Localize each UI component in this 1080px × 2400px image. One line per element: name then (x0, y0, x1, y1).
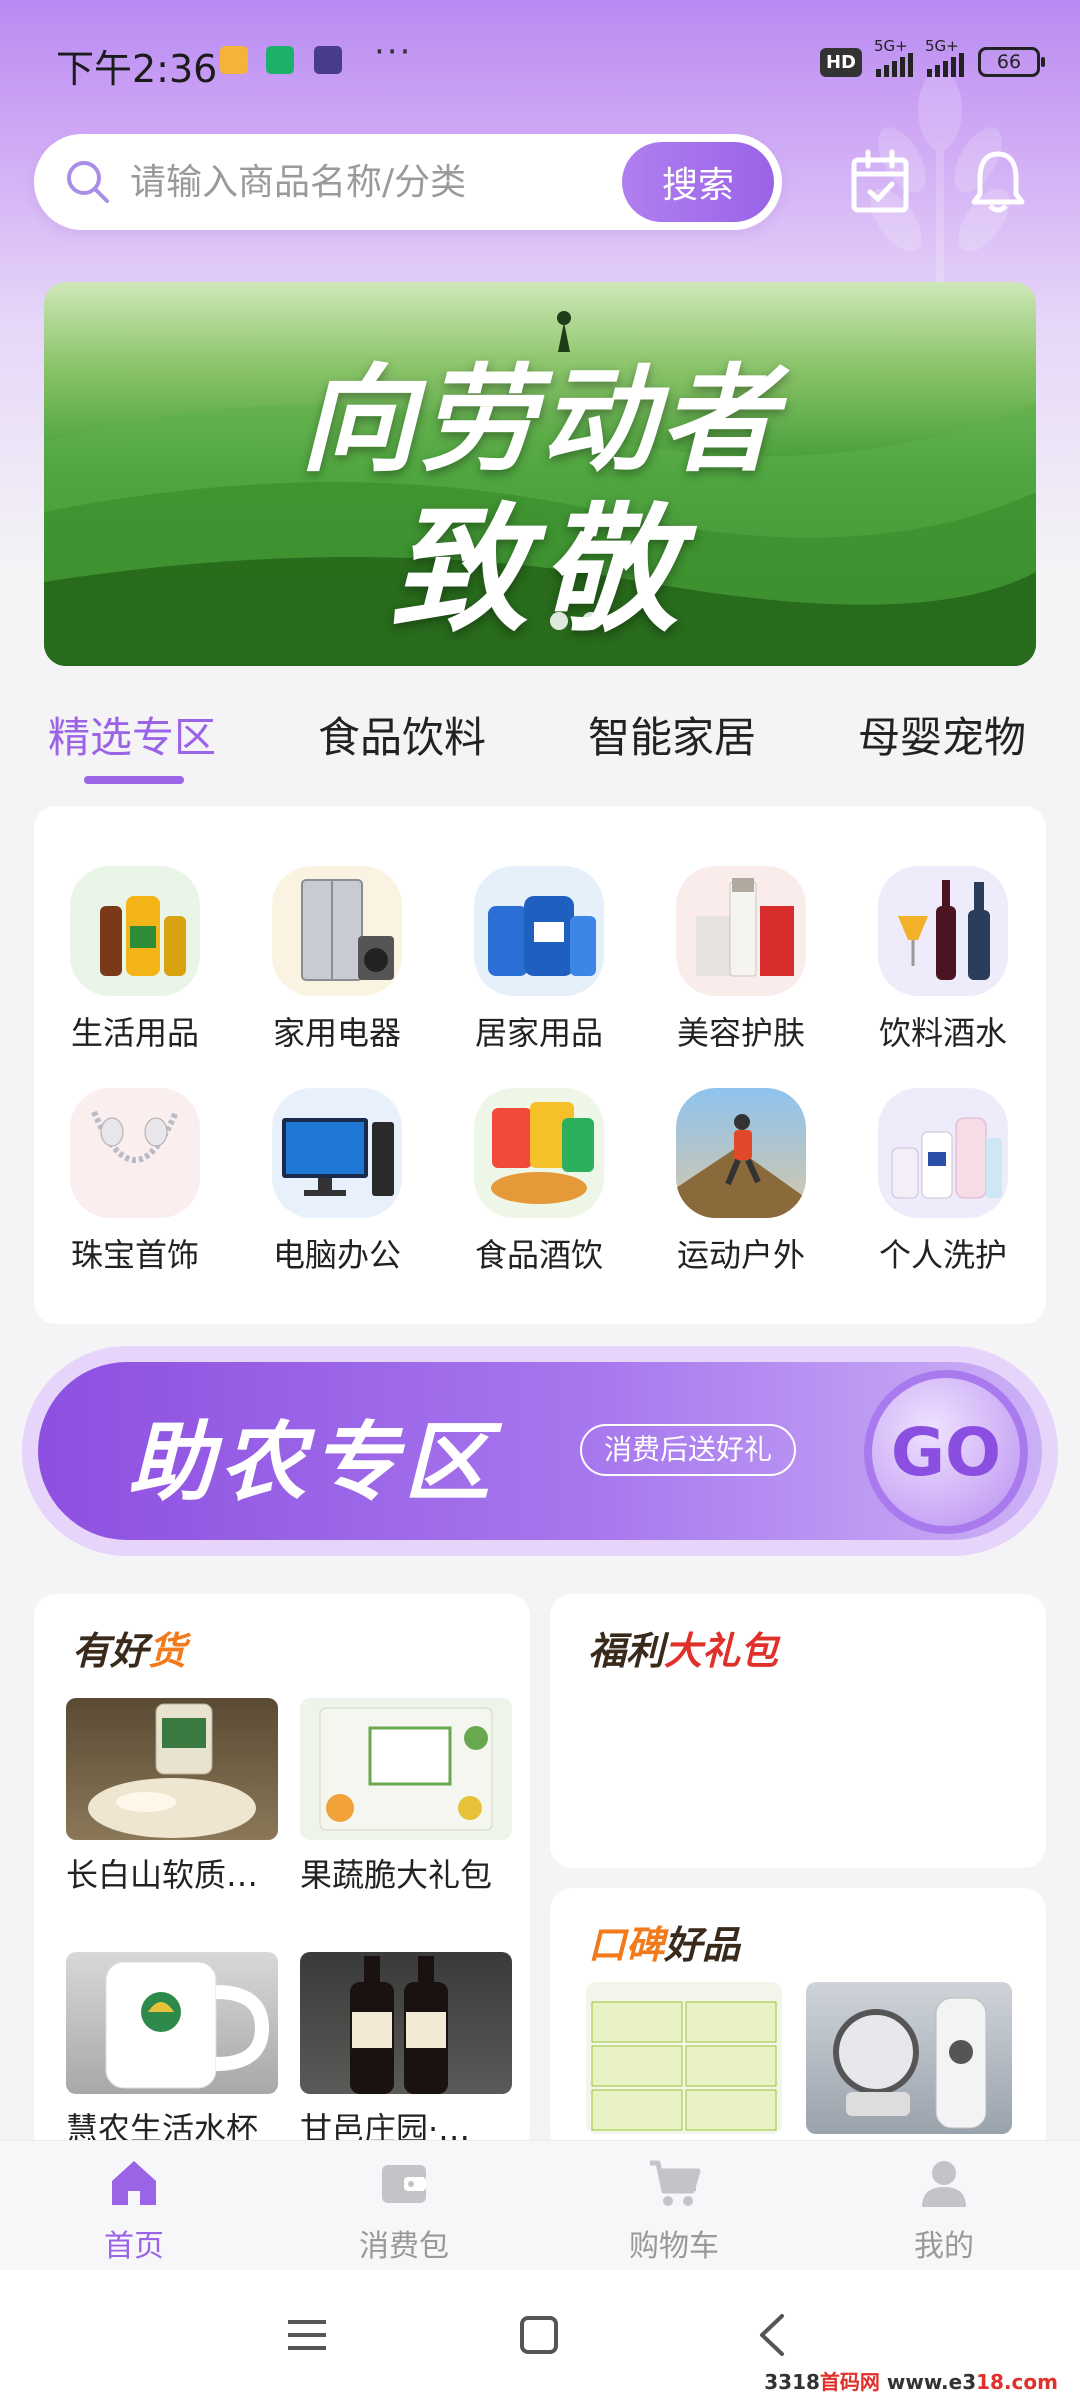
category-item-outdoor[interactable]: 运动户外 (666, 1088, 816, 1276)
user-icon (922, 2161, 966, 2207)
home-icon (112, 2161, 156, 2205)
category-label: 生活用品 (70, 1014, 199, 1052)
category-item-computer[interactable]: 电脑办公 (262, 1088, 412, 1276)
battery-icon: 66 (978, 47, 1045, 77)
nav-consumption-package[interactable]: 消费包 (304, 2155, 504, 2265)
product-item[interactable]: 长白山软质… (66, 1698, 278, 1896)
reputation-card: 口碑好品 (550, 1888, 1046, 2154)
category-label: 个人洗护 (878, 1236, 1007, 1274)
hiking-icon (676, 1088, 806, 1218)
signal-icon-1: 5G+ (874, 37, 913, 77)
watermark: 3318首码网 www.e318.com (764, 2370, 1058, 2394)
go-button[interactable]: GO (864, 1370, 1028, 1534)
active-tab-indicator (84, 776, 184, 784)
product-item[interactable]: 慧农生活水杯 (66, 1952, 278, 2150)
thermos-product-image (806, 1982, 1012, 2134)
message-notification-icon (220, 46, 248, 74)
search-input[interactable] (130, 154, 550, 210)
calendar-checkin-icon[interactable] (848, 148, 912, 216)
menu-icon[interactable] (282, 2310, 332, 2360)
category-label: 美容护肤 (676, 1014, 805, 1052)
product-image (66, 1698, 278, 1840)
product-item[interactable]: 果蔬脆大礼包 (300, 1698, 512, 1896)
product-item[interactable] (806, 1982, 1012, 2134)
category-label: 电脑办公 (272, 1236, 401, 1274)
product-name: 长白山软质… (66, 1856, 259, 1894)
good-stuff-card: 有好货 长白山软质… 果蔬脆大礼包 慧农生活水杯 甘邑庄园·… (34, 1594, 530, 2154)
tab-food-drinks[interactable]: 食品饮料 (318, 704, 486, 765)
product-image (300, 1698, 512, 1840)
category-item-home[interactable]: 居家用品 (464, 866, 614, 1054)
product-item[interactable]: 甘邑庄园·… (300, 1952, 512, 2150)
necklace-icon (70, 1088, 200, 1218)
category-item-appliance[interactable]: 家用电器 (262, 866, 412, 1054)
promo-banner[interactable]: 向劳动者 致敬 (44, 282, 1036, 666)
farm-support-tag: 消费后送好礼 (580, 1424, 797, 1476)
tissue-product-image (586, 1982, 782, 2134)
nav-profile[interactable]: 我的 (844, 2155, 1044, 2265)
search-bar[interactable]: 搜索 (34, 134, 782, 230)
appliance-icon (272, 866, 402, 996)
network-type-1: 5G+ (874, 37, 908, 55)
product-image (66, 1952, 278, 2094)
hd-voice-badge: HD (819, 47, 862, 77)
category-item-daily[interactable]: 生活用品 (60, 866, 210, 1054)
nav-label: 购物车 (629, 2229, 719, 2264)
category-item-jewelry[interactable]: 珠宝首饰 (60, 1088, 210, 1276)
app-notification-icon (314, 46, 342, 74)
product-name: 果蔬脆大礼包 (300, 1856, 493, 1894)
tab-baby-pets[interactable]: 母婴宠物 (858, 704, 1026, 765)
nav-label: 首页 (104, 2229, 164, 2264)
category-item-beauty[interactable]: 美容护肤 (666, 866, 816, 1054)
cooking-oil-icon (70, 866, 200, 996)
banner-subheadline: 致敬 (389, 488, 690, 651)
wallet-icon (382, 2165, 426, 2203)
banner-pagination (550, 612, 600, 630)
reputation-title: 口碑好品 (588, 1923, 741, 1967)
category-grid: 生活用品 家用电器 居家用品 美容护肤 饮料酒水 珠宝首饰 电脑办公 食品酒饮 … (34, 806, 1046, 1324)
category-label: 饮料酒水 (878, 1014, 1007, 1052)
category-item-snacks[interactable]: 食品酒饮 (464, 1088, 614, 1276)
computer-icon (272, 1088, 402, 1218)
tab-smart-home[interactable]: 智能家居 (588, 704, 756, 765)
category-label: 运动户外 (676, 1236, 805, 1274)
farm-support-title: 助农专区 (128, 1413, 496, 1513)
welfare-title: 福利大礼包 (588, 1629, 779, 1673)
status-bar: 下午2:36 ··· HD 5G+ 5G+ 66 (0, 0, 1080, 120)
category-label: 家用电器 (272, 1014, 401, 1052)
tab-featured[interactable]: 精选专区 (48, 704, 216, 765)
product-item[interactable] (586, 1982, 782, 2134)
category-label: 居家用品 (474, 1014, 603, 1052)
back-icon[interactable] (748, 2310, 798, 2360)
nav-label: 我的 (914, 2229, 974, 2264)
skincare-icon (676, 866, 806, 996)
shopping-cart-icon (650, 2160, 701, 2206)
welfare-package-card[interactable]: 福利大礼包 (550, 1594, 1046, 1868)
bodycare-icon (878, 1088, 1008, 1218)
more-notifications-icon: ··· (374, 32, 413, 72)
liquor-icon (878, 866, 1008, 996)
notification-bell-icon[interactable] (966, 148, 1030, 216)
nav-cart[interactable]: 购物车 (574, 2155, 774, 2265)
download-notification-icon (266, 46, 294, 74)
detergent-icon (474, 866, 604, 996)
farm-support-panel: 助农专区 消费后送好礼 GO (38, 1362, 1042, 1540)
search-button[interactable]: 搜索 (622, 142, 774, 222)
farm-support-banner[interactable]: 助农专区 消费后送好礼 GO (22, 1346, 1058, 1556)
nav-label: 消费包 (359, 2229, 449, 2264)
category-label: 食品酒饮 (474, 1236, 603, 1274)
nav-home[interactable]: 首页 (34, 2155, 234, 2265)
network-type-2: 5G+ (925, 37, 959, 55)
signal-icon-2: 5G+ (925, 37, 964, 77)
search-icon (67, 161, 109, 203)
category-label: 珠宝首饰 (70, 1236, 199, 1274)
product-image (300, 1952, 512, 2094)
category-item-drinks[interactable]: 饮料酒水 (868, 866, 1018, 1054)
category-item-personal-care[interactable]: 个人洗护 (868, 1088, 1018, 1276)
home-button-icon[interactable] (514, 2310, 564, 2360)
status-time: 下午2:36 (56, 47, 218, 91)
bottom-navigation: 首页 消费包 购物车 我的 (0, 2140, 1080, 2270)
snacks-icon (474, 1088, 604, 1218)
good-stuff-title: 有好货 (72, 1629, 187, 1673)
